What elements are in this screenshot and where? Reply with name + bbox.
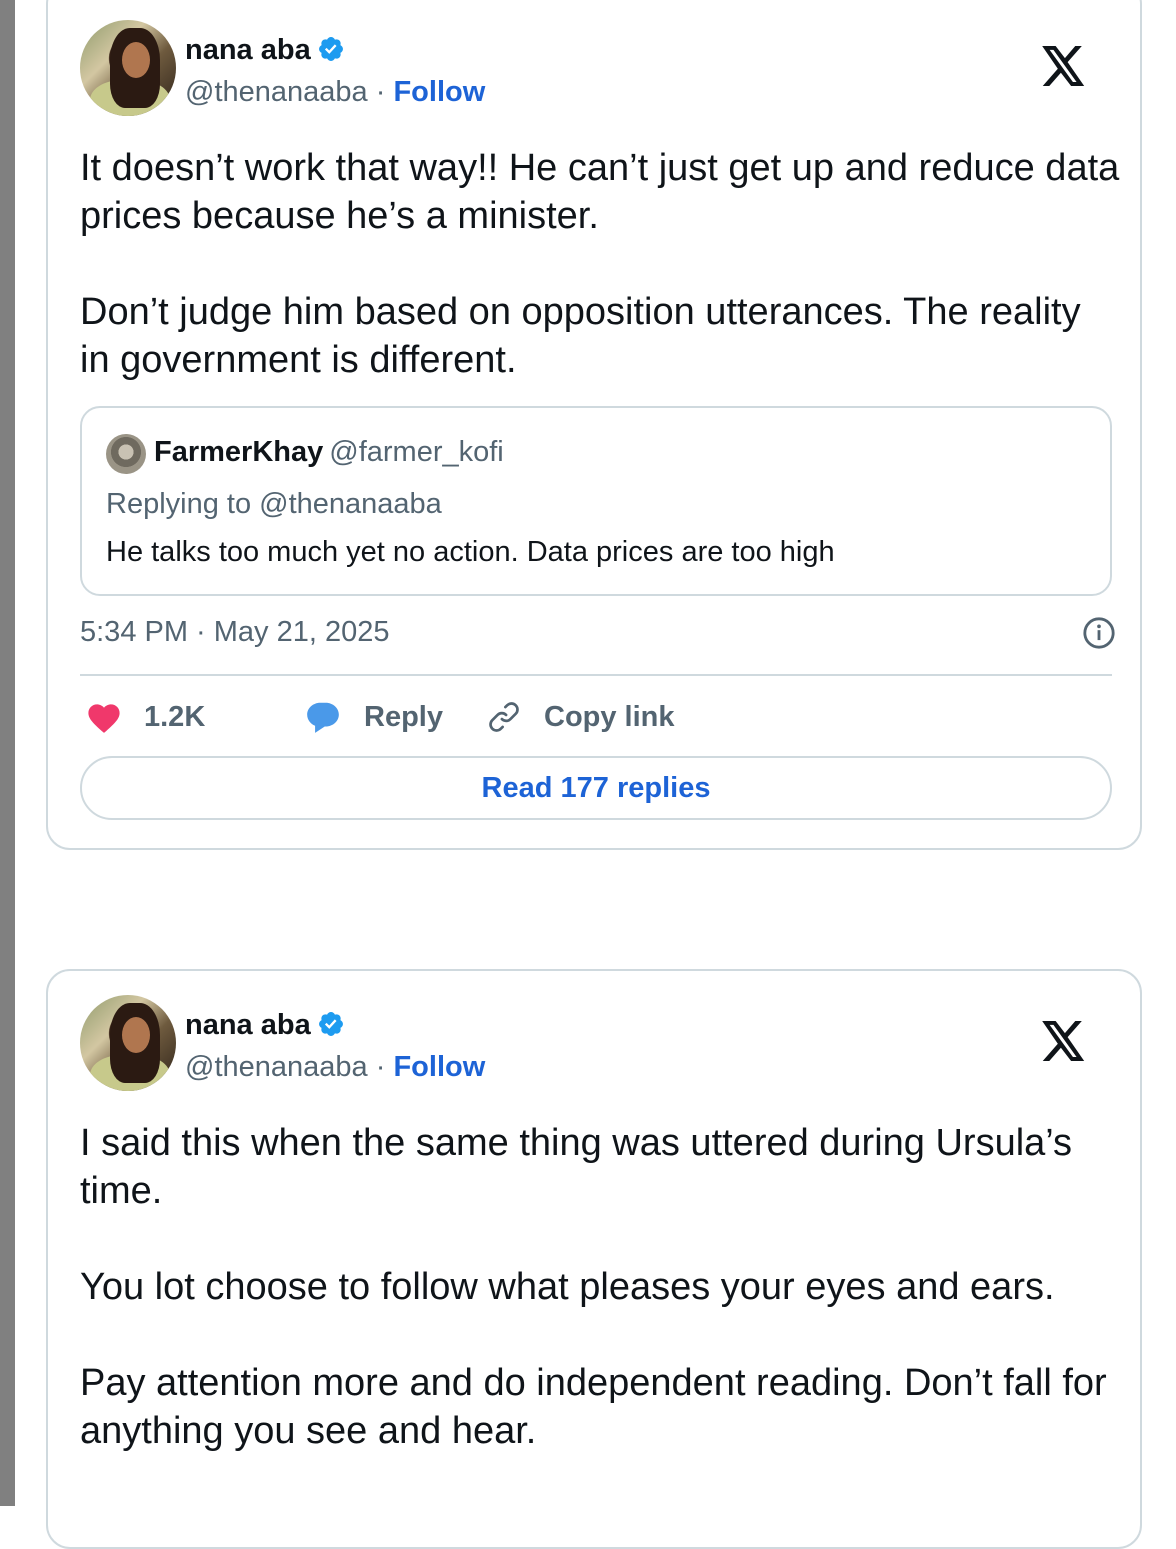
heart-icon <box>88 704 120 733</box>
tweet-paragraph: I said this when the same thing was utte… <box>80 1122 1073 1212</box>
quoted-text: He talks too much yet no action. Data pr… <box>106 536 835 568</box>
quoted-author: FarmerKhay @farmer_kofi <box>154 436 504 469</box>
tweet-card[interactable]: nana aba @thenanaaba · Follow I said thi… <box>46 969 1142 1549</box>
tweet-paragraph: Pay attention more and do independent re… <box>80 1362 1107 1452</box>
replying-to: Replying to @thenanaaba <box>106 488 442 520</box>
quoted-avatar <box>106 434 146 474</box>
verified-badge-icon <box>317 1010 345 1046</box>
verified-badge-icon <box>317 35 345 71</box>
handle-row: @thenanaaba · Follow <box>185 1051 485 1084</box>
quoted-handle: @farmer_kofi <box>329 436 504 468</box>
read-replies-button[interactable]: Read 177 replies <box>80 756 1112 820</box>
avatar[interactable] <box>80 20 176 116</box>
tweet-paragraph: You lot choose to follow what pleases yo… <box>80 1266 1055 1308</box>
copy-link-button[interactable]: Copy link <box>486 694 675 740</box>
author-handle[interactable]: @thenanaaba <box>185 76 368 108</box>
follow-button[interactable]: Follow <box>393 76 485 108</box>
tweet-paragraph: It doesn’t work that way!! He can’t just… <box>80 147 1120 237</box>
tweet-paragraph: Don’t judge him based on opposition utte… <box>80 291 1081 381</box>
handle-row: @thenanaaba · Follow <box>185 76 485 109</box>
author-name[interactable]: nana aba <box>185 34 345 71</box>
separator: · <box>375 76 386 108</box>
author-handle[interactable]: @thenanaaba <box>185 1051 368 1083</box>
tweet-text: It doesn’t work that way!! He can’t just… <box>80 144 1120 384</box>
page-left-edge <box>0 0 15 1506</box>
x-logo-icon[interactable] <box>1042 46 1086 91</box>
quoted-tweet[interactable]: FarmerKhay @farmer_kofi Replying to @then… <box>80 406 1112 596</box>
reply-label: Reply <box>364 700 443 733</box>
action-bar: 1.2K Reply Copy link <box>80 694 1112 744</box>
like-count: 1.2K <box>144 700 206 733</box>
author-name[interactable]: nana aba <box>185 1009 345 1046</box>
timestamp[interactable]: 5:34 PM · May 21, 2025 <box>80 616 390 649</box>
speech-bubble-icon <box>307 702 339 733</box>
follow-button[interactable]: Follow <box>393 1051 485 1083</box>
info-icon[interactable] <box>1082 616 1116 655</box>
like-button[interactable]: 1.2K <box>86 694 205 740</box>
avatar[interactable] <box>80 995 176 1091</box>
divider <box>80 674 1112 676</box>
separator: · <box>375 1051 386 1083</box>
x-logo-icon[interactable] <box>1042 1021 1086 1066</box>
copy-link-label: Copy link <box>544 700 675 733</box>
tweet-header: nana aba @thenanaaba · Follow <box>80 20 1110 120</box>
reply-button[interactable]: Reply <box>304 694 443 740</box>
link-icon <box>489 702 519 732</box>
tweet-card[interactable]: nana aba @thenanaaba · Follow It doesn’t… <box>46 0 1142 850</box>
quoted-name: FarmerKhay <box>154 436 324 468</box>
tweet-text: I said this when the same thing was utte… <box>80 1119 1120 1455</box>
tweet-header: nana aba @thenanaaba · Follow <box>80 995 1110 1095</box>
